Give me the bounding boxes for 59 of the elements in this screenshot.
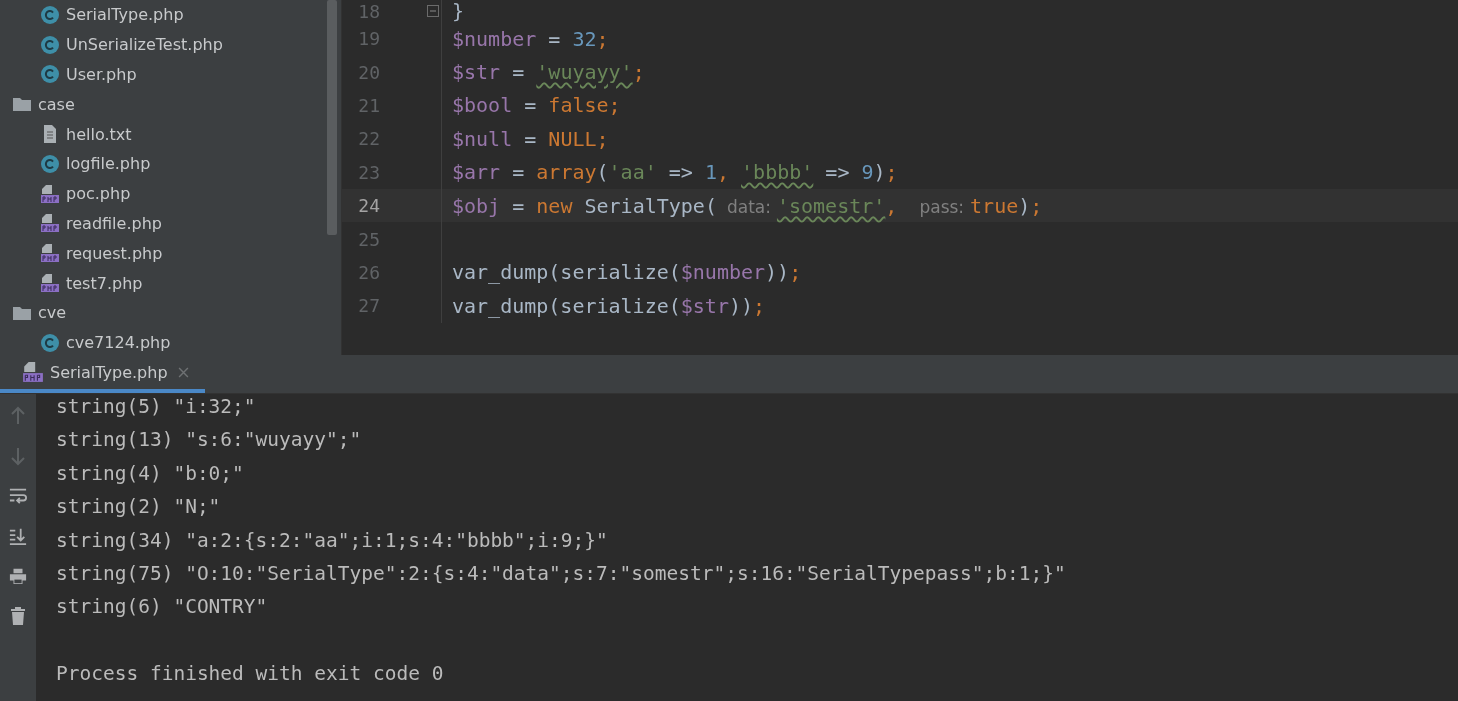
class-file-icon [40, 34, 60, 55]
scrollbar[interactable] [327, 0, 337, 235]
php-file-icon [40, 243, 60, 264]
line-number: 25 [357, 228, 380, 250]
file-name[interactable]: SerialType.php [66, 5, 184, 25]
line-number: 22 [357, 128, 380, 150]
class-file-icon [40, 153, 60, 174]
file-name[interactable]: request.php [66, 243, 163, 263]
php-file-icon [40, 183, 60, 204]
code-line: $null = NULL; [452, 126, 609, 151]
code-line: } [452, 0, 465, 23]
line-number: 24 [357, 195, 380, 217]
trash-icon[interactable] [9, 606, 27, 626]
code-line: $bool = false; [452, 93, 621, 118]
output-line: string(5) "i:32;" [56, 394, 257, 420]
scroll-to-end-icon[interactable] [9, 526, 27, 546]
code-line: var_dump(serialize($number)); [452, 260, 802, 285]
folder-name[interactable]: case [38, 94, 75, 114]
line-number: 19 [357, 28, 380, 50]
class-file-icon [40, 332, 60, 353]
line-number: 27 [357, 295, 380, 317]
code-line: var_dump(serialize($str)); [452, 293, 766, 318]
php-file-icon [22, 361, 44, 383]
code-line: $arr = array('aa' => 1, 'bbbb' => 9); [452, 160, 898, 185]
class-file-icon [40, 64, 60, 85]
file-name[interactable]: hello.txt [66, 124, 132, 144]
code-line: $str = 'wuyayy'; [452, 60, 645, 85]
file-name[interactable]: User.php [66, 65, 137, 84]
output-line: string(75) "O:10:"SerialType":2:{s:4:"data";s:7:"somestr";s:16:"SerialTypepass";b:1;}" [56, 560, 1067, 587]
file-name[interactable]: logfile.php [66, 154, 151, 174]
file-name[interactable]: readfile.php [66, 213, 162, 233]
folder-name[interactable]: cve [38, 303, 67, 323]
file-name[interactable]: test7.php [66, 273, 143, 293]
php-file-icon [40, 273, 60, 294]
output-line: string(6) "CONTRY" [56, 594, 269, 621]
soft-wrap-icon[interactable] [9, 486, 27, 506]
file-name[interactable]: cve7124.php [66, 333, 171, 353]
exit-message: Process finished with exit code 0 [56, 661, 445, 688]
file-name[interactable]: UnSerializeTest.php [66, 35, 223, 55]
output-line: string(34) "a:2:{s:2:"aa";i:1;s:4:"bbbb";i:9;}" [56, 527, 609, 554]
line-number: 20 [357, 61, 380, 83]
output-line: string(13) "s:6:"wuyayy";" [56, 427, 363, 454]
close-icon[interactable] [177, 366, 189, 378]
line-number: 23 [357, 161, 380, 183]
code-line: $number = 32; [452, 26, 609, 51]
output-line: string(2) "N;" [56, 494, 222, 521]
up-arrow-icon[interactable] [9, 406, 27, 426]
class-file-icon [40, 4, 60, 25]
fold-icon[interactable] [427, 5, 439, 17]
down-arrow-icon[interactable] [9, 446, 27, 466]
file-name[interactable]: poc.php [66, 184, 131, 204]
code-line: $obj = new SerialType( data: 'somestr', pass: true); [452, 193, 1043, 218]
line-number: 26 [357, 261, 380, 283]
php-file-icon [40, 213, 60, 234]
line-number: 18 [357, 0, 380, 22]
line-number: 21 [357, 94, 380, 116]
run-tab[interactable]: SerialType.php [0, 355, 205, 393]
output-line: string(4) "b:0;" [56, 460, 245, 487]
print-icon[interactable] [9, 566, 27, 586]
